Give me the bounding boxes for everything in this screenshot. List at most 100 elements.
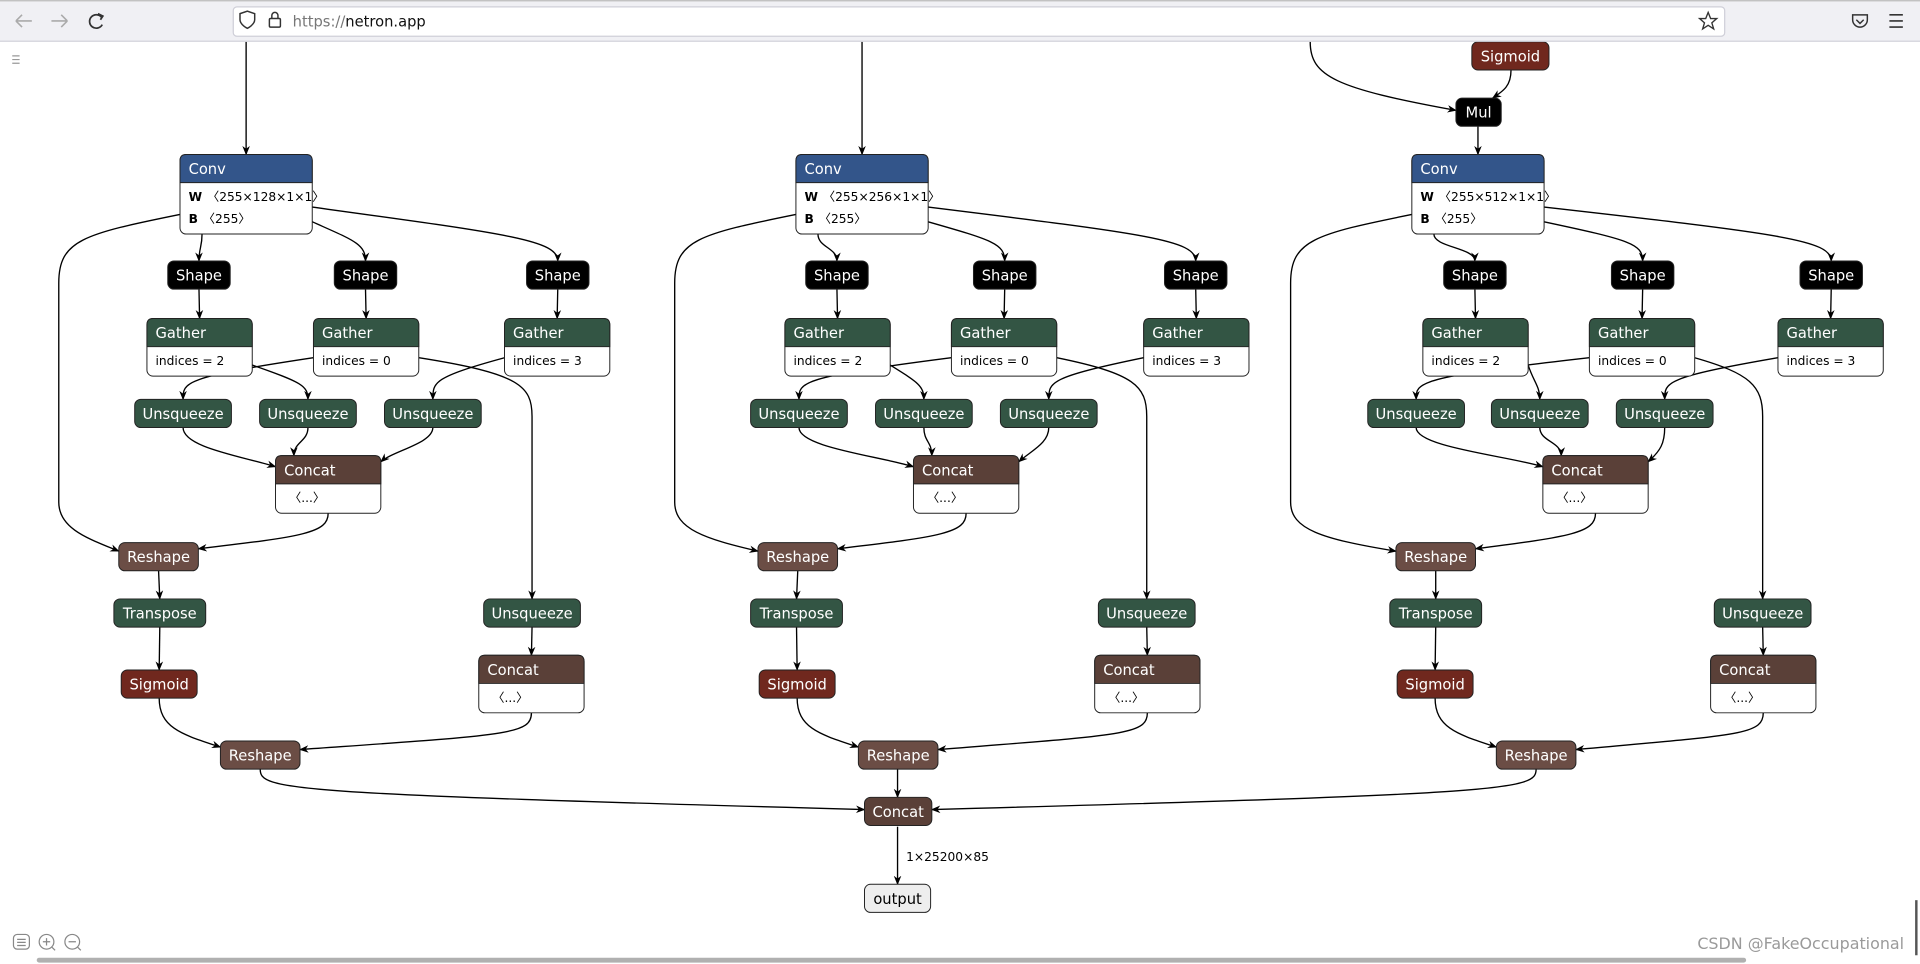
conv-node[interactable]: Conv W 〈255×256×1×1〉 B 〈255〉: [795, 153, 941, 235]
shape-node[interactable]: Shape: [1164, 260, 1228, 290]
shape-node[interactable]: Shape: [167, 260, 231, 290]
gather-node[interactable]: Gather indices = 3: [1143, 318, 1250, 377]
node-label: Unsqueeze: [883, 406, 964, 423]
shape-node[interactable]: Shape: [972, 260, 1037, 290]
reshape-node[interactable]: Reshape: [857, 740, 939, 770]
gather-node[interactable]: Gather indices = 0: [950, 318, 1058, 377]
attribute-value: indices = 2: [1431, 354, 1500, 368]
edge: [299, 712, 533, 753]
unsqueeze-node[interactable]: Unsqueeze: [1615, 398, 1714, 428]
unsqueeze-node[interactable]: Unsqueeze: [1097, 598, 1196, 628]
reshape-node[interactable]: Reshape: [219, 740, 301, 770]
node-label: Sigmoid: [129, 677, 188, 694]
conv-node[interactable]: Conv W 〈255×512×1×1〉 B 〈255〉: [1411, 153, 1557, 235]
edge: [362, 289, 370, 320]
concat-node[interactable]: Concat 〈...〉: [912, 455, 1020, 514]
transpose-node[interactable]: Transpose: [1389, 598, 1483, 628]
node-label: Reshape: [229, 748, 292, 765]
gather-node[interactable]: Gather indices = 0: [312, 318, 420, 377]
unsqueeze-node[interactable]: Unsqueeze: [750, 398, 848, 428]
unsqueeze-node[interactable]: Unsqueeze: [483, 598, 581, 628]
gather-node[interactable]: Gather indices = 2: [784, 318, 891, 377]
unsqueeze-node[interactable]: Unsqueeze: [384, 398, 482, 428]
edge: [1647, 427, 1666, 463]
node-label: Unsqueeze: [1499, 406, 1580, 423]
sigmoid-node[interactable]: Sigmoid: [758, 669, 836, 699]
gather-node[interactable]: Gather indices = 2: [146, 318, 253, 377]
shape-node[interactable]: Shape: [805, 260, 869, 290]
attribute-value: 〈...〉: [1724, 691, 1760, 705]
zoom-in-icon[interactable]: [38, 933, 56, 951]
shape-node[interactable]: Shape: [526, 260, 590, 290]
attribute-value: 〈255×512×1×1〉: [1439, 190, 1557, 204]
unsqueeze-node[interactable]: Unsqueeze: [259, 398, 357, 428]
concat-node[interactable]: Concat 〈...〉: [1710, 654, 1817, 714]
unsqueeze-node[interactable]: Unsqueeze: [875, 398, 973, 428]
attribute-name: W: [189, 190, 203, 204]
node-label: Gather: [513, 325, 564, 342]
conv-node[interactable]: Conv W 〈255×128×1×1〉 B 〈255〉: [179, 153, 324, 235]
url-bar[interactable]: https://netron.app: [232, 6, 1726, 37]
node-label: Concat: [1103, 662, 1155, 679]
sigmoid-node[interactable]: Sigmoid: [1396, 669, 1474, 699]
shape-node[interactable]: Shape: [1610, 260, 1675, 290]
concat-node[interactable]: Concat 〈...〉: [478, 654, 585, 714]
transpose-node[interactable]: Transpose: [113, 598, 207, 628]
transpose-node[interactable]: Transpose: [750, 598, 843, 628]
shape-node[interactable]: Shape: [333, 260, 398, 290]
node-label: Gather: [1431, 325, 1482, 342]
unsqueeze-node[interactable]: Unsqueeze: [1490, 398, 1589, 428]
edge: [155, 570, 164, 600]
node-label: Gather: [1598, 325, 1649, 342]
gather-node[interactable]: Gather indices = 3: [503, 318, 611, 377]
shape-node[interactable]: Shape: [1799, 260, 1863, 290]
edge: [1544, 206, 1835, 262]
edge: [158, 698, 222, 748]
reshape-node[interactable]: Reshape: [1495, 740, 1577, 770]
mul-node[interactable]: Mul: [1455, 97, 1502, 127]
unsqueeze-node[interactable]: Unsqueeze: [134, 398, 232, 428]
node-label: Transpose: [122, 606, 197, 623]
output-node[interactable]: output: [864, 883, 932, 913]
node-label: Concat: [1719, 662, 1771, 679]
concat-node[interactable]: Concat 〈...〉: [1542, 455, 1649, 514]
gather-node[interactable]: Gather indices = 3: [1777, 318, 1884, 377]
edge: [1309, 41, 1457, 113]
node-label: Shape: [1173, 268, 1219, 285]
hamburger-icon[interactable]: [12, 55, 20, 64]
node-label: Gather: [322, 325, 373, 342]
node-label: Mul: [1466, 105, 1492, 122]
concat-node[interactable]: Concat 〈...〉: [275, 455, 382, 514]
list-icon[interactable]: [12, 933, 30, 950]
reshape-node[interactable]: Reshape: [118, 542, 199, 572]
reshape-node[interactable]: Reshape: [757, 542, 839, 572]
concat-node[interactable]: Concat 〈...〉: [1094, 654, 1201, 714]
sigmoid-node[interactable]: Sigmoid: [1471, 41, 1550, 71]
edge: [1045, 357, 1144, 401]
attribute-name: B: [189, 212, 198, 226]
node-label: Unsqueeze: [491, 606, 572, 623]
shape-node[interactable]: Shape: [1443, 260, 1507, 290]
edge: [1527, 364, 1544, 401]
unsqueeze-node[interactable]: Unsqueeze: [1713, 598, 1812, 628]
node-label: Shape: [1808, 268, 1854, 285]
node-attribute: indices = 2: [1431, 354, 1500, 368]
node-attribute: 〈...〉: [1108, 691, 1144, 705]
unsqueeze-node[interactable]: Unsqueeze: [999, 398, 1098, 428]
final-concat-node[interactable]: Concat: [864, 796, 933, 826]
sigmoid-node[interactable]: Sigmoid: [120, 669, 198, 699]
edge: [793, 627, 801, 671]
node-label: Unsqueeze: [267, 406, 348, 423]
vertical-scrollbar[interactable]: [1915, 900, 1918, 956]
edge: [58, 213, 181, 552]
gather-node[interactable]: Gather indices = 2: [1422, 318, 1529, 377]
gather-node[interactable]: Gather indices = 0: [1588, 318, 1696, 377]
zoom-out-icon[interactable]: [64, 933, 82, 951]
attribute-value: 〈255×256×1×1〉: [823, 190, 941, 204]
reshape-node[interactable]: Reshape: [1395, 542, 1476, 572]
unsqueeze-node[interactable]: Unsqueeze: [1367, 398, 1465, 428]
horizontal-scrollbar[interactable]: [36, 957, 1747, 963]
node-attribute: B 〈255〉: [804, 212, 866, 226]
edge: [1574, 712, 1764, 753]
url-text[interactable]: https://netron.app: [293, 13, 426, 30]
